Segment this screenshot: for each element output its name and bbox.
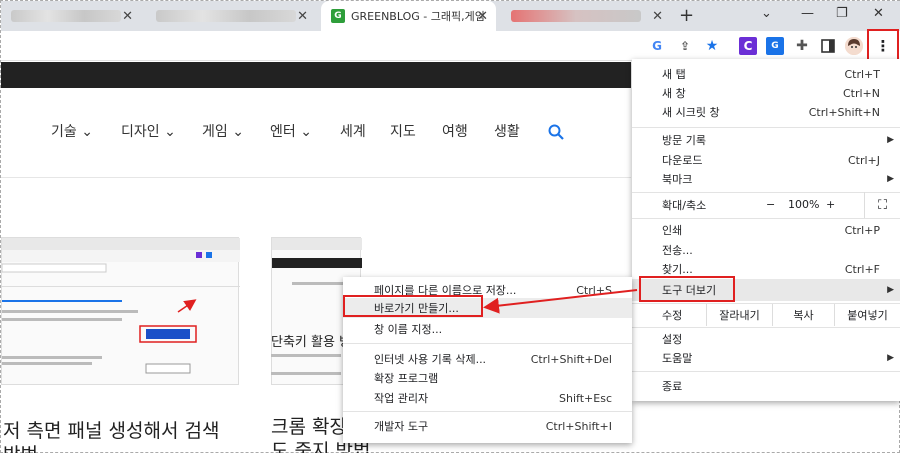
nav-item-design[interactable]: 디자인 ⌄ [121,121,176,141]
close-window-button[interactable]: ✕ [873,6,884,21]
menu-item-new-tab[interactable]: 새 탭 Ctrl+T [632,64,900,84]
close-tab-icon[interactable]: ✕ [297,9,308,24]
star-icon[interactable]: ★ [703,37,721,55]
site-header-bar [1,62,631,88]
tab-blurred-3[interactable]: ✕ [501,1,671,31]
sidepanel-icon[interactable] [819,37,837,55]
profile-avatar[interactable] [845,37,863,55]
snippet-line [271,372,341,375]
blurred-tab-title [511,10,641,22]
menu-separator [632,218,900,219]
nav-item-travel[interactable]: 여행 [442,121,468,141]
minimize-button[interactable]: — [801,6,814,21]
blurred-tab-title [11,10,121,22]
google-icon[interactable]: G [648,37,666,55]
menu-item-new-window[interactable]: 새 창 Ctrl+N [632,83,900,103]
zoom-out-button[interactable]: − [766,198,775,211]
nav-item-entertainment[interactable]: 엔터 ⌄ [270,121,312,141]
menu-item-help[interactable]: 도움말 ▶ [632,348,900,368]
blurred-tab-title [156,10,296,22]
menu-item-incognito[interactable]: 새 시크릿 창 Ctrl+Shift+N [632,102,900,122]
nav-item-tech[interactable]: 기술 ⌄ [51,121,93,141]
menu-item-print[interactable]: 인쇄 Ctrl+P [632,220,900,240]
submenu-item-extensions[interactable]: 확장 프로그램 [343,368,632,388]
menu-separator [632,192,900,193]
menu-button-highlight [867,29,899,61]
extension-c-icon[interactable]: C [739,37,757,55]
menu-item-settings[interactable]: 설정 [632,329,900,349]
menu-item-bookmarks[interactable]: 북마크 ▶ [632,169,900,189]
menu-item-downloads[interactable]: 다운로드 Ctrl+J [632,150,900,170]
submenu-arrow-icon: ▶ [887,285,894,295]
more-tools-highlight [639,276,735,302]
window-chevron-icon[interactable]: ⌄ [761,6,772,21]
close-tab-icon[interactable]: ✕ [477,9,488,24]
greenblog-favicon-icon: G [331,9,345,23]
cut-button[interactable]: 잘라내기 [706,304,772,326]
tab-blurred-1[interactable]: ✕ [1,1,141,31]
menu-separator [343,411,632,412]
new-tab-button[interactable]: + [679,5,694,26]
menu-separator [632,327,900,328]
submenu-item-name-window[interactable]: 창 이름 지정... [343,319,632,339]
submenu-arrow-icon: ▶ [887,174,894,184]
menu-item-cast[interactable]: 전송... [632,240,900,260]
paste-button[interactable]: 붙여넣기 [834,304,900,326]
fullscreen-icon[interactable]: ⛶ [864,192,900,218]
tab-strip: ✕ ✕ G GREENBLOG - 그래픽,게임 ✕ ✕ + ⌄ — ❐ ✕ [1,1,900,31]
close-tab-icon[interactable]: ✕ [652,9,663,24]
puzzle-icon[interactable]: ✚ [793,37,811,55]
browser-toolbar: G ⇪ ★ C G ✚ ⋮ [1,31,900,61]
nav-item-life[interactable]: 생활 [494,121,520,141]
menu-item-history[interactable]: 방문 기록 ▶ [632,130,900,150]
menu-separator [632,127,900,128]
tab-title: GREENBLOG - 그래픽,게임 [351,10,485,23]
nav-item-world[interactable]: 세계 [340,121,366,141]
article-title-left[interactable]: 저 측면 패널 생성해서 검색 방법 [3,419,219,453]
article-thumbnail-left[interactable] [1,237,240,385]
submenu-arrow-icon: ▶ [887,135,894,145]
restore-button[interactable]: ❐ [836,6,848,21]
create-shortcut-highlight [343,295,483,317]
submenu-item-clear-data[interactable]: 인터넷 사용 기록 삭제... Ctrl+Shift+Del [343,349,632,369]
share-icon[interactable]: ⇪ [676,37,694,55]
submenu-item-dev-tools[interactable]: 개발자 도구 Ctrl+Shift+I [343,416,632,436]
menu-separator [343,343,632,344]
nav-item-map[interactable]: 지도 [390,121,416,141]
search-icon[interactable] [548,124,564,140]
chrome-main-menu: 새 탭 Ctrl+T 새 창 Ctrl+N 새 시크릿 창 Ctrl+Shift+N … [632,59,900,401]
tab-active[interactable]: G GREENBLOG - 그래픽,게임 ✕ [321,1,496,31]
nav-item-game[interactable]: 게임 ⌄ [202,121,244,141]
submenu-arrow-icon: ▶ [887,353,894,363]
zoom-value: 100% [788,198,820,211]
menu-separator [632,371,900,372]
menu-item-exit[interactable]: 종료 [632,376,900,396]
snippet-line [271,354,341,357]
zoom-in-button[interactable]: + [826,198,835,211]
submenu-item-task-manager[interactable]: 작업 관리자 Shift+Esc [343,388,632,408]
close-tab-icon[interactable]: ✕ [122,9,133,24]
copy-button[interactable]: 복사 [772,304,834,326]
divider [1,177,631,178]
tab-blurred-2[interactable]: ✕ [146,1,316,31]
translate-icon[interactable]: G [766,37,784,55]
